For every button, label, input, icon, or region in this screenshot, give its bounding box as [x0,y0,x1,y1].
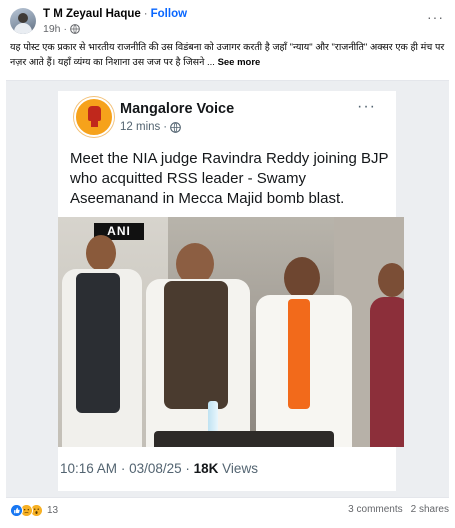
facebook-post: T M Zeyaul Haque · Follow 19h · ··· यह पोस… [0,0,455,528]
avatar-head [18,13,28,23]
news-photo: ANI [58,217,404,447]
globe-icon [70,24,80,34]
source-date: 03/08/25 [129,461,182,476]
screenshot-card: Mangalore Voice 12 mins · ··· Meet the N… [58,91,404,491]
source-meta-separator: · [163,121,168,133]
meta-separator: · [63,23,68,35]
source-more-icon: ··· [357,98,376,115]
source-headline: Meet the NIA judge Ravindra Reddy joinin… [70,150,389,207]
stats-separator-1: · [120,461,130,476]
post-more-options-button[interactable]: ··· [427,10,444,24]
post-caption: यह पोस्ट एक प्रकार से भारतीय राजनीति की … [10,40,446,70]
author-line: T M Zeyaul Haque · Follow [43,8,187,20]
source-post-meta: 12 mins · [120,121,181,133]
source-account-name: Mangalore Voice [120,101,235,117]
source-stats: 10:16 AM · 03/08/25 · 18K Views [60,461,258,476]
stats-separator-2: · [185,461,194,476]
person-left [58,217,148,447]
follow-button[interactable]: Follow [151,8,187,20]
engagement-counts: 3 comments 2 shares [348,504,449,515]
avatar-body [14,23,32,34]
reactions-summary[interactable]: 13 [10,504,58,517]
views-count: 18K [193,461,219,476]
author-avatar[interactable] [10,8,36,34]
source-globe-icon [170,121,181,133]
like-reaction-icon [10,504,23,517]
views-label: Views [222,461,258,476]
post-image[interactable]: Mangalore Voice 12 mins · ··· Meet the N… [6,80,449,498]
comments-count-link[interactable]: 3 comments [348,504,402,515]
source-posted-ago: 12 mins [120,121,161,133]
fist-arm [91,119,98,127]
name-separator: · [143,8,148,20]
post-meta: 19h · [43,23,80,35]
source-time: 10:16 AM [60,461,118,476]
see-more-link[interactable]: See more [218,57,261,68]
water-bottle [208,401,218,433]
post-timestamp[interactable]: 19h [43,23,61,35]
shares-count-link[interactable]: 2 shares [411,504,449,515]
post-header: T M Zeyaul Haque · Follow 19h · ··· [10,6,450,36]
person-far-right [358,217,404,447]
table [154,431,334,447]
person-center [140,217,260,447]
reaction-count: 13 [47,505,59,516]
person-right [248,217,358,447]
mangalore-voice-logo [74,97,114,137]
author-name[interactable]: T M Zeyaul Haque [43,8,141,20]
